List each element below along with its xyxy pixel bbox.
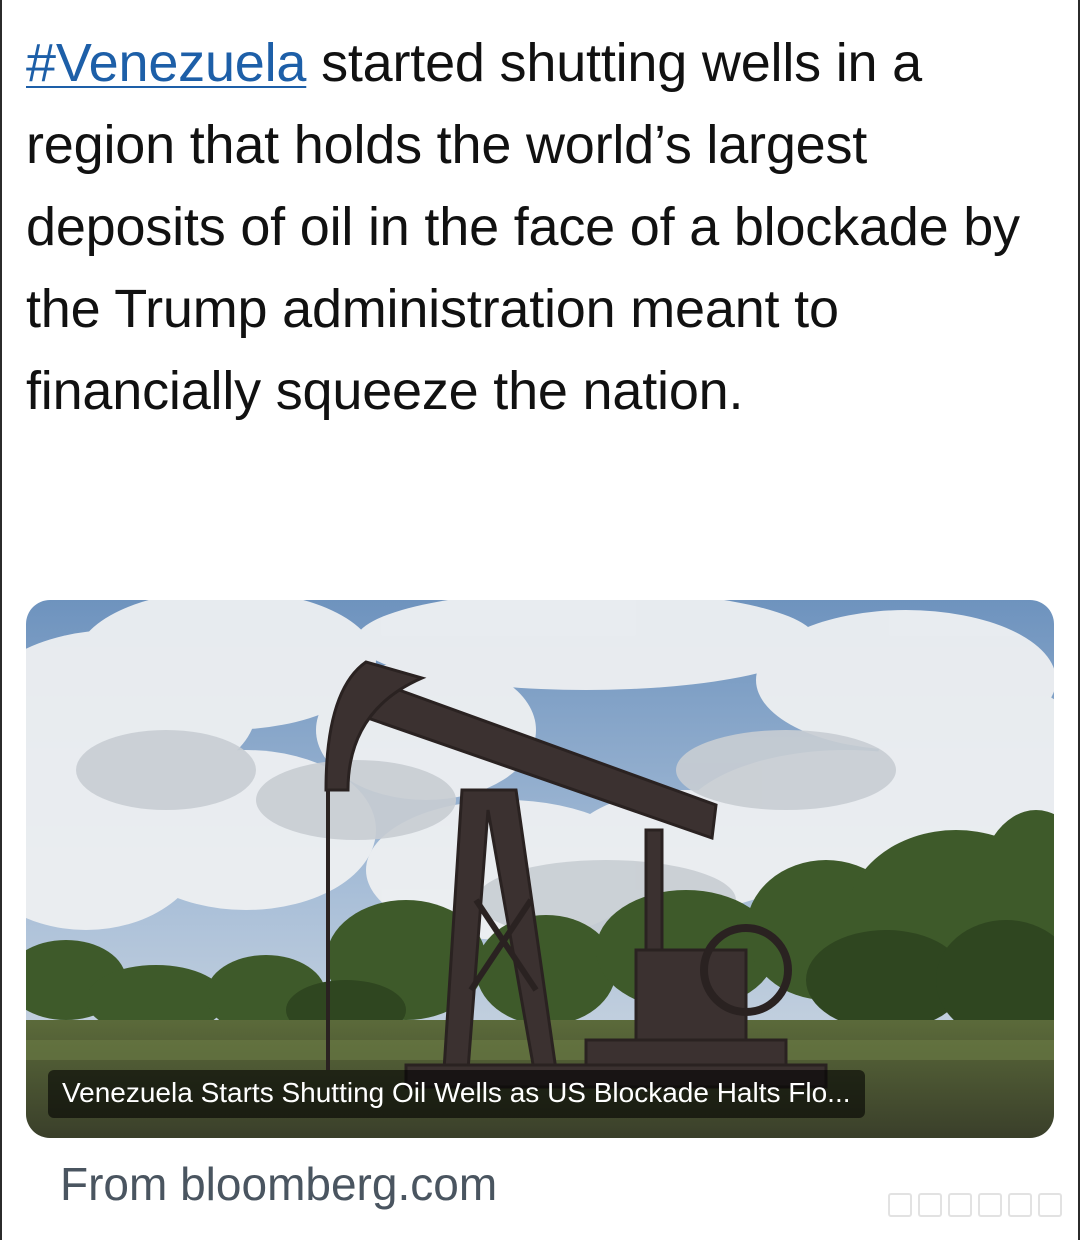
link-preview-card[interactable]: Venezuela Starts Shutting Oil Wells as U…	[26, 600, 1054, 1138]
source-link[interactable]: From bloomberg.com	[60, 1154, 497, 1214]
tweet-text: #Venezuela started shutting wells in a r…	[26, 22, 1056, 432]
card-headline: Venezuela Starts Shutting Oil Wells as U…	[48, 1070, 865, 1118]
left-border	[0, 0, 2, 1240]
watermark-icon	[872, 1188, 1062, 1222]
oil-pumpjack-photo	[26, 600, 1054, 1138]
hashtag-link[interactable]: #Venezuela	[26, 33, 306, 93]
